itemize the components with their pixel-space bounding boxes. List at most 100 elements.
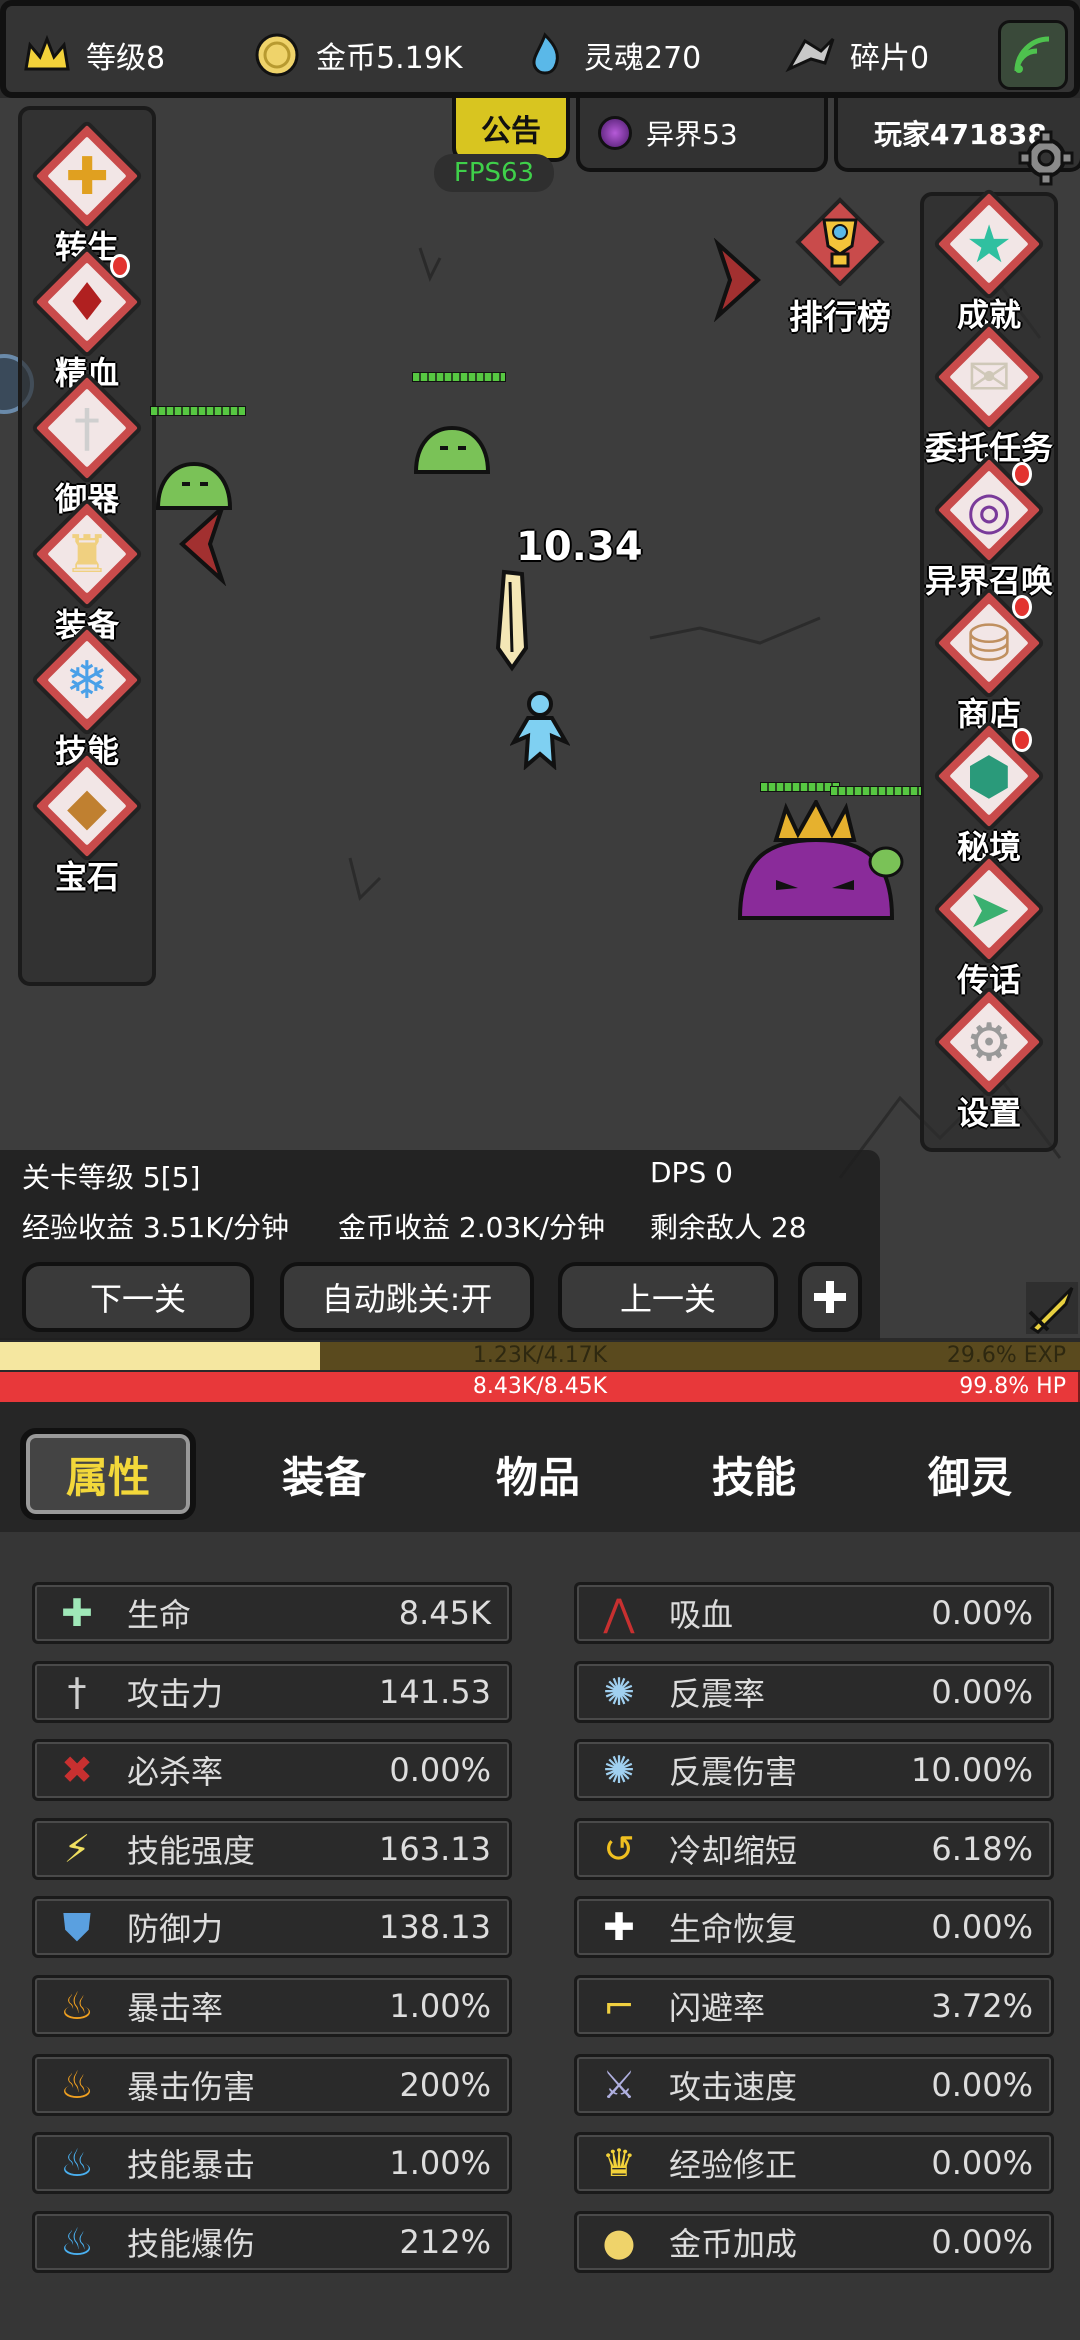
ice-burst-icon: ✺ [603, 1748, 635, 1793]
menu-gem-bag-button[interactable]: ◆ 宝石 [18, 749, 156, 898]
shard-text: 碎片0 [850, 41, 930, 76]
ice-crystal-icon: ❄ [65, 651, 109, 711]
next-area-arrow-icon[interactable] [712, 238, 764, 322]
blue-fire-icon: ♨ [59, 2219, 95, 2264]
stat-value: 200% [399, 2065, 491, 2104]
stat-value: 6.18% [931, 1829, 1033, 1868]
menu-scroll-button[interactable]: ✉ 委托任务 [920, 320, 1058, 469]
menu-emerald-button[interactable]: ⬢ 秘境 [920, 719, 1058, 868]
stat-name: 技能爆伤 [127, 2224, 256, 2263]
stat-value: 0.00% [931, 2144, 1033, 2183]
stat-value: 10.00% [910, 1751, 1033, 1790]
stat-value: 141.53 [379, 1672, 491, 1711]
otherworld-tab[interactable]: 异界53 [576, 98, 828, 172]
stat-name: 闪避率 [669, 1989, 766, 2027]
stat-name: 生命 [127, 1596, 192, 1634]
exp-bar-text: 1.23K/4.17K [472, 1343, 608, 1368]
auto-skip-button[interactable]: 自动跳关:开 [280, 1262, 534, 1332]
king-slime-boss[interactable] [736, 800, 906, 924]
lightning-icon: ⚡ [63, 1826, 91, 1871]
gold-text: 金币5.19K [316, 41, 463, 76]
sword-icon: † [67, 1669, 87, 1714]
leaderboard-button[interactable]: 排行榜 [780, 196, 900, 339]
stat-name: 技能强度 [127, 1831, 256, 1870]
stat-name: 防御力 [127, 1910, 224, 1949]
stat-name: 暴击率 [127, 1989, 224, 2027]
stat-row: ✚ 生命恢复 0.00% [574, 1896, 1054, 1959]
exp-rate: 经验收益 3.51K/分钟 [22, 1211, 290, 1244]
flying-sword-icon [495, 569, 529, 672]
menu-armor-button[interactable]: ♜装备 [18, 497, 156, 646]
boot-icon: ⌐ [603, 1984, 635, 2028]
notification-dot [1012, 728, 1032, 752]
crown-icon [16, 24, 78, 86]
network-button[interactable] [998, 20, 1068, 90]
megaphone-icon: ➤ [967, 880, 1011, 940]
expand-button[interactable] [798, 1262, 862, 1332]
cross-shield-icon: ✚ [65, 147, 109, 207]
auto-battle-sword-icon[interactable] [1026, 1282, 1078, 1334]
green-slime-enemy[interactable] [154, 460, 234, 512]
sack-icon: ⛁ [967, 614, 1011, 674]
gem-bag-icon: ◆ [67, 777, 107, 837]
stat-name: 技能暴击 [127, 2146, 256, 2185]
player-character [510, 691, 570, 770]
stage-level: 关卡等级 5[5] [22, 1161, 201, 1194]
prev-stage-button[interactable]: 上一关 [558, 1262, 778, 1332]
stat-row: ♨ 暴击伤害 200% [32, 2053, 512, 2116]
stat-row: ⚡ 技能强度 163.13 [32, 1817, 512, 1880]
emerald-icon: ⬢ [966, 747, 1012, 807]
green-slime-enemy[interactable] [412, 424, 492, 476]
menu-gear-button[interactable]: ⚙ 设置 [920, 985, 1058, 1134]
star-icon: ★ [965, 215, 1013, 275]
menu-ice-crystal-button[interactable]: ❄技能 [18, 623, 156, 772]
leaderboard-label: 排行榜 [789, 298, 891, 338]
gear-icon[interactable] [1016, 128, 1076, 188]
otherworld-label: 异界53 [646, 118, 738, 151]
menu-blood-meat-button[interactable]: ♦精血 [18, 245, 156, 394]
stat-name: 冷却缩短 [669, 1831, 798, 1870]
stat-name: 反震率 [669, 1674, 766, 1713]
stat-value: 0.00% [389, 1751, 491, 1790]
stat-name: 攻击力 [127, 1674, 224, 1713]
tab-spirits[interactable]: 御灵 [900, 1432, 1040, 1516]
stat-name: 暴击伤害 [127, 2067, 256, 2106]
stat-value: 212% [399, 2222, 491, 2261]
tab-items[interactable]: 物品 [468, 1432, 608, 1516]
fire-icon: ♨ [59, 2062, 95, 2107]
tab-skills[interactable]: 技能 [684, 1432, 824, 1516]
trophy-icon [795, 197, 885, 287]
stat-value: 0.00% [931, 1908, 1033, 1947]
stat-row: ♛ 经验修正 0.00% [574, 2132, 1054, 2195]
coin-icon: ● [602, 2219, 636, 2264]
menu-star-button[interactable]: ★ 成就 [920, 187, 1058, 336]
bat-icon: ⋀ [603, 1591, 635, 1635]
next-stage-button[interactable]: 下一关 [22, 1262, 254, 1332]
stat-value: 8.45K [398, 1594, 491, 1632]
menu-sword-button[interactable]: †御器 [18, 371, 156, 520]
menu-megaphone-button[interactable]: ➤ 传话 [920, 852, 1058, 1001]
tab-attributes[interactable]: 属性 [20, 1428, 196, 1520]
enemies-left: 剩余敌人 28 [650, 1211, 807, 1244]
stat-name: 金币加成 [669, 2224, 798, 2263]
stat-value: 0.00% [931, 1594, 1033, 1632]
stat-value: 163.13 [379, 1829, 491, 1868]
notice-tab[interactable]: 公告 [452, 98, 570, 162]
stat-value: 0.00% [931, 1672, 1033, 1711]
tab-equipment[interactable]: 装备 [254, 1432, 394, 1516]
gold-resource: 金币5.19K [246, 20, 462, 90]
soul-resource: 灵魂270 [514, 20, 701, 90]
stat-row: ⚔ 攻击速度 0.00% [574, 2053, 1054, 2116]
shard-resource: 碎片0 [780, 20, 929, 90]
regen-icon: ✚ [603, 1905, 635, 1950]
shield-icon: ⛊ [62, 1904, 92, 1949]
menu-cross-shield-button[interactable]: ✚转生 [18, 119, 156, 268]
cooldown-icon: ↺ [603, 1826, 635, 1871]
stat-value: 0.00% [931, 2065, 1033, 2104]
enemy-hp-bar [150, 406, 246, 416]
prev-area-arrow-icon[interactable] [176, 502, 228, 586]
menu-sack-button[interactable]: ⛁ 商店 [920, 586, 1058, 735]
menu-portal-button[interactable]: ◎ 异界召唤 [920, 453, 1058, 602]
hp-bar: 8.43K/8.45K 99.8% HP [0, 1372, 1080, 1402]
crown-icon: ♛ [601, 2141, 637, 2186]
